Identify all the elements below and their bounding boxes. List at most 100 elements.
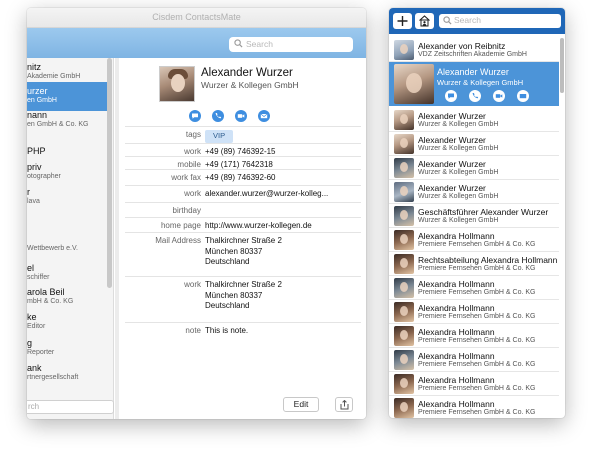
panel-scrollbar[interactable] xyxy=(560,38,564,93)
list-item-subtitle: schiffer xyxy=(27,274,50,281)
contact-company: Wurzer & Kollegen GmbH xyxy=(418,193,499,200)
phone-icon[interactable] xyxy=(212,110,224,122)
search-input[interactable]: Search xyxy=(229,37,353,52)
video-icon[interactable] xyxy=(235,110,247,122)
list-item[interactable]: g Reporter xyxy=(27,338,107,356)
contact-row[interactable]: Geschäftsführer Alexander Wurzer Wurzer &… xyxy=(389,204,559,228)
contact-photo xyxy=(394,350,414,370)
contact-row[interactable]: Alexander Wurzer Wurzer & Kollegen GmbH xyxy=(389,156,559,180)
field-label: note xyxy=(185,326,201,335)
contact-row[interactable]: Alexandra Hollmann Premiere Fernsehen Gmb… xyxy=(389,396,559,418)
contact-row[interactable]: Alexandra Hollmann Premiere Fernsehen Gmb… xyxy=(389,300,559,324)
contact-row[interactable]: Alexander Wurzer Wurzer & Kollegen GmbH xyxy=(389,132,559,156)
list-item[interactable]: el schiffer xyxy=(27,263,107,281)
contact-photo xyxy=(394,134,414,154)
mail-icon[interactable] xyxy=(517,90,529,102)
contact-row[interactable]: Alexandra Hollmann Premiere Fernsehen Gmb… xyxy=(389,228,559,252)
field-label: mobile xyxy=(177,160,201,169)
contacts-button[interactable] xyxy=(415,13,434,29)
list-item[interactable]: nann en GmbH & Co. KG xyxy=(27,110,107,128)
panel-toolbar: Search xyxy=(389,8,565,34)
contact-photo xyxy=(394,326,414,346)
contacts-icon xyxy=(419,15,430,27)
list-item[interactable]: arola Beil mbH & Co. KG xyxy=(27,287,107,305)
share-icon xyxy=(340,400,349,410)
list-scrollbar[interactable] xyxy=(107,58,112,288)
list-item-name: PHP xyxy=(27,146,46,156)
contact-photo xyxy=(394,206,414,226)
list-item-subtitle: en GmbH xyxy=(27,97,57,104)
share-button[interactable] xyxy=(335,397,353,412)
list-item[interactable]: ke Editor xyxy=(27,312,107,330)
message-icon[interactable] xyxy=(189,110,201,122)
contact-row[interactable]: Alexandra Hollmann Premiere Fernsehen Gmb… xyxy=(389,372,559,396)
message-icon[interactable] xyxy=(445,90,457,102)
contact-company: VDZ Zeitschriften Akademie GmbH xyxy=(418,51,527,58)
contact-name: Alexandra Hollmann xyxy=(418,303,495,313)
contact-name: Alexander Wurzer xyxy=(437,67,509,77)
list-item[interactable]: priv otographer xyxy=(27,162,107,180)
field-value[interactable]: +49 (89) 746392-60 xyxy=(205,173,276,184)
field-value[interactable]: Thalkirchner Straße 2 München 80337 Deut… xyxy=(205,236,282,268)
field-label: work xyxy=(184,189,201,198)
contact-name: Alexander von Reibnitz xyxy=(418,41,506,51)
list-item[interactable]: ank rtnergesellschaft xyxy=(27,363,107,381)
list-item-name: el xyxy=(27,263,35,273)
contact-row[interactable]: Alexander von Reibnitz VDZ Zeitschriften … xyxy=(389,38,559,62)
mail-icon[interactable] xyxy=(258,110,270,122)
contact-name: Alexander Wurzer xyxy=(418,183,486,193)
field-divider xyxy=(125,322,361,323)
video-icon[interactable] xyxy=(493,90,505,102)
list-search-placeholder: rch xyxy=(28,402,40,411)
contact-row[interactable]: Alexandra Hollmann Premiere Fernsehen Gmb… xyxy=(389,348,559,372)
list-item[interactable]: Wettbewerb e.V. xyxy=(27,244,107,252)
field-value[interactable]: alexander.wurzer@wurzer-kolleg... xyxy=(205,189,328,200)
field-divider xyxy=(125,185,361,186)
avatar[interactable] xyxy=(159,66,195,102)
field-label: tags xyxy=(185,130,201,139)
contact-company: Wurzer & Kollegen GmbH xyxy=(418,217,499,224)
contact-row[interactable]: Alexandra Hollmann Premiere Fernsehen Gmb… xyxy=(389,276,559,300)
contact-company: Premiere Fernsehen GmbH & Co. KG xyxy=(418,289,536,296)
list-item[interactable]: PHP xyxy=(27,146,107,157)
panel-search-input[interactable]: Search xyxy=(439,14,561,28)
contact-company: Premiere Fernsehen GmbH & Co. KG xyxy=(418,409,536,416)
list-item[interactable]: urzer en GmbH xyxy=(27,82,107,111)
field-divider xyxy=(125,143,361,144)
field-value[interactable]: Thalkirchner Straße 2 München 80337 Deut… xyxy=(205,280,282,312)
list-item-name: priv xyxy=(27,162,42,172)
field-value[interactable]: http://www.wurzer-kollegen.de xyxy=(205,221,312,232)
list-search-field[interactable]: rch xyxy=(27,400,114,414)
list-item-name: g xyxy=(27,338,33,348)
list-item[interactable]: nitz Akademie GmbH xyxy=(27,62,107,80)
contact-name: Alexandra Hollmann xyxy=(418,279,495,289)
field-divider xyxy=(125,276,361,277)
list-item-name: nitz xyxy=(27,62,42,72)
list-item-name: ke xyxy=(27,312,37,322)
quick-panel: Search Alexander von Reibnitz VDZ Zeitsch… xyxy=(389,8,565,418)
search-icon xyxy=(234,39,243,48)
title-bar: Cisdem ContactsMate xyxy=(27,8,366,28)
contact-company: Premiere Fernsehen GmbH & Co. KG xyxy=(418,361,536,368)
contact-name: Alexander Wurzer xyxy=(418,159,486,169)
window-title: Cisdem ContactsMate xyxy=(152,12,241,22)
contact-row[interactable]: Alexander Wurzer Wurzer & Kollegen GmbH xyxy=(389,108,559,132)
phone-icon[interactable] xyxy=(469,90,481,102)
field-label: Mail Address xyxy=(155,236,201,245)
contact-photo xyxy=(394,110,414,130)
contact-name: Alexander Wurzer xyxy=(201,67,293,79)
contact-name: Alexandra Hollmann xyxy=(418,351,495,361)
add-contact-button[interactable] xyxy=(393,13,412,29)
contact-row[interactable]: Alexandra Hollmann Premiere Fernsehen Gmb… xyxy=(389,324,559,348)
field-value[interactable]: This is note. xyxy=(205,326,248,337)
contact-photo xyxy=(394,254,414,274)
contact-row[interactable]: Alexander Wurzer Wurzer & Kollegen GmbH xyxy=(389,62,559,106)
main-window: Cisdem ContactsMate Search nitz Akademie … xyxy=(27,8,366,419)
tag-badge[interactable]: VIP xyxy=(205,130,234,143)
field-value: VIP xyxy=(205,130,234,143)
contact-row[interactable]: Alexander Wurzer Wurzer & Kollegen GmbH xyxy=(389,180,559,204)
search-icon xyxy=(443,16,452,25)
contact-row[interactable]: Rechtsabteilung Alexandra Hollmann Premie… xyxy=(389,252,559,276)
list-item[interactable]: r lava xyxy=(27,187,107,205)
edit-button[interactable]: Edit xyxy=(283,397,319,412)
